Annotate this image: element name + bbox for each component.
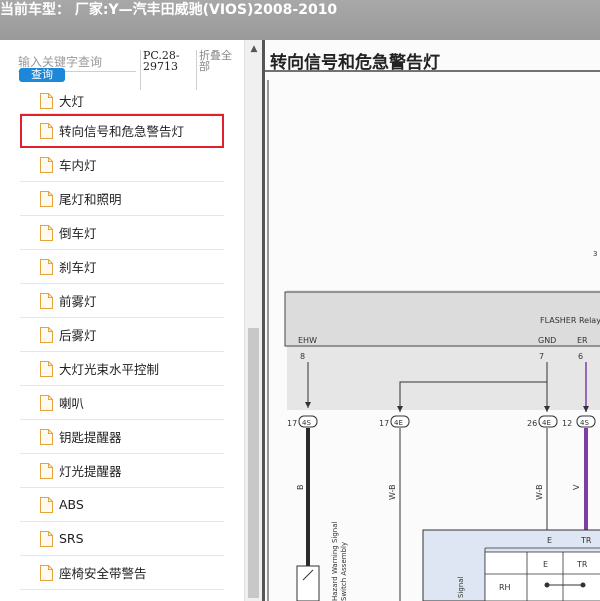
switch-label-2: Switch Assembly — [340, 542, 348, 601]
tree-item-label: ABS — [59, 497, 84, 512]
title-bar: 当前车型： 厂家:Y—汽丰田威驰(VIOS)2008-2010 — [0, 0, 600, 40]
tree-item[interactable]: ABS — [20, 488, 224, 522]
tree-item-label: SRS — [59, 531, 84, 546]
document-icon — [40, 190, 53, 207]
document-icon — [40, 360, 53, 377]
switch-label-1: Hazard Warning Signal — [331, 521, 339, 601]
edge-label: 3 — [593, 250, 597, 258]
table-rh: RH — [499, 583, 511, 592]
connector-label-4s-a: 4S — [302, 419, 311, 427]
tree-item-label: 尾灯和照明 — [59, 192, 122, 207]
document-icon — [40, 156, 53, 173]
tree-item[interactable]: 后雾灯 — [20, 318, 224, 352]
tree-item[interactable]: 前雾灯 — [20, 284, 224, 318]
tree-list: 大灯转向信号和危急警告灯 车内灯尾灯和照明倒车灯刹车灯前雾灯后雾灯大灯光束水平控制… — [20, 88, 224, 590]
lower-pin-e: E — [547, 536, 552, 545]
pin-number-7: 7 — [539, 352, 544, 361]
wire-label-v: V — [572, 484, 581, 490]
pin-er: ER — [577, 336, 588, 345]
document-icon — [40, 326, 53, 343]
scroll-up-arrow-icon[interactable]: ▲ — [245, 42, 262, 56]
tree-item[interactable]: 钥匙提醒器 — [20, 420, 224, 454]
tree-item[interactable]: 倒车灯 — [20, 216, 224, 250]
tree-item[interactable]: 尾灯和照明 — [20, 182, 224, 216]
document-icon — [40, 394, 53, 411]
connector-label-4e-b: 4E — [542, 419, 551, 427]
tree-item[interactable]: 大灯 — [20, 88, 224, 114]
wire-label-b: B — [296, 485, 305, 491]
tree-item-label: 车内灯 — [59, 158, 97, 173]
document-icon — [40, 530, 53, 547]
document-icon — [40, 292, 53, 309]
diagram-pane: FLASHER Relay EHW GND ER 8 7 6 17 4S 17 … — [265, 40, 600, 601]
pc-code: PC.28-29713 — [140, 50, 192, 90]
document-icon — [40, 224, 53, 241]
document-icon — [40, 122, 53, 139]
tree-item-label: 钥匙提醒器 — [59, 430, 122, 445]
scroll-thumb[interactable] — [248, 328, 259, 598]
navigation-panel: 查询 PC.28-29713 折叠全部 大灯转向信号和危急警告灯车内灯尾灯和照明… — [0, 40, 262, 601]
pin-ehw: EHW — [298, 336, 317, 345]
tree-item[interactable]: 座椅安全带警告 — [20, 556, 224, 590]
wiring-diagram: FLASHER Relay EHW GND ER 8 7 6 17 4S 17 … — [265, 70, 600, 601]
connector-pin-17a: 17 — [287, 419, 297, 428]
tree-item[interactable]: SRS — [20, 522, 224, 556]
search-area: 查询 PC.28-29713 折叠全部 — [0, 40, 244, 94]
connector-label-4e-a: 4E — [394, 419, 403, 427]
signal-label: Signal — [457, 576, 465, 598]
document-icon — [40, 462, 53, 479]
tree-item-label: 大灯光束水平控制 — [59, 362, 160, 377]
connector-label-4s-b: 4S — [580, 419, 589, 427]
document-icon — [40, 564, 53, 581]
scrollbar[interactable]: ▲ — [244, 40, 262, 601]
wire-label-wb-b: W-B — [535, 484, 544, 500]
connector-pin-12: 12 — [562, 419, 572, 428]
tree-item-label: 转向信号和危急警告灯 — [59, 124, 185, 139]
search-button[interactable]: 查询 — [19, 68, 65, 82]
document-icon — [40, 92, 53, 109]
wire-label-wb-a: W-B — [388, 484, 397, 500]
tree-item[interactable]: 刹车灯 — [20, 250, 224, 284]
tree-item[interactable]: 喇叭 — [20, 386, 224, 420]
tree-item-label: 刹车灯 — [59, 260, 97, 275]
tree-item-label: 后雾灯 — [59, 328, 97, 343]
document-icon — [40, 258, 53, 275]
tree-item-label: 灯光提醒器 — [59, 464, 122, 479]
tree-item-label: 喇叭 — [59, 396, 85, 411]
document-icon — [40, 428, 53, 445]
document-icon — [40, 496, 53, 513]
hazard-switch-box — [296, 565, 320, 601]
connector-pin-26: 26 — [527, 419, 537, 428]
tree-item[interactable]: 大灯光束水平控制 — [20, 352, 224, 386]
tree-item[interactable]: 转向信号和危急警告灯 — [20, 114, 224, 148]
tree-item-label: 前雾灯 — [59, 294, 97, 309]
table-tr: TR — [576, 560, 588, 569]
relay-label: FLASHER Relay — [540, 316, 600, 325]
collapse-all-button[interactable]: 折叠全部 — [196, 50, 238, 90]
connector-pin-17b: 17 — [379, 419, 389, 428]
diagram-title: 转向信号和危急警告灯 — [270, 53, 440, 73]
pin-number-8: 8 — [300, 352, 305, 361]
pin-number-6: 6 — [578, 352, 583, 361]
tree-item-label: 大灯 — [59, 94, 85, 109]
lower-pin-tr: TR — [580, 536, 592, 545]
tree-item-label: 倒车灯 — [59, 226, 97, 241]
pin-gnd: GND — [538, 336, 556, 345]
tree-item[interactable]: 车内灯 — [20, 148, 224, 182]
tree-item[interactable]: 灯光提醒器 — [20, 454, 224, 488]
table-e: E — [543, 560, 548, 569]
tree-item-label: 座椅安全带警告 — [59, 566, 147, 581]
